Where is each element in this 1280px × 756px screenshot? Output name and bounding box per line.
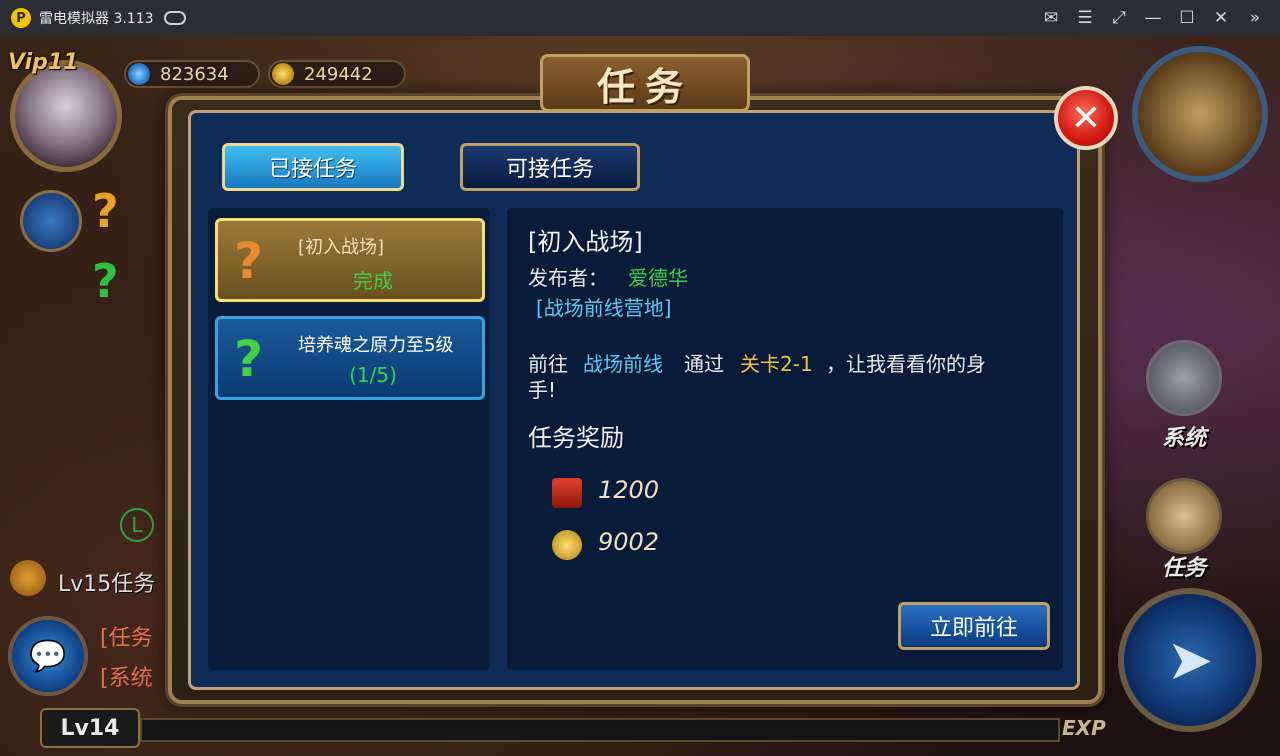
mail-icon[interactable]: ✉	[1034, 0, 1068, 36]
quest-status: 完成	[353, 269, 393, 293]
quest-name: [初入战场]	[298, 237, 385, 258]
emulator-logo-icon: P	[11, 8, 31, 28]
desc-place-link[interactable]: 战场前线	[583, 348, 663, 377]
gem-icon	[128, 63, 150, 85]
settings-gear-icon[interactable]	[1146, 340, 1222, 416]
gem-value: 823634	[160, 63, 229, 85]
desc-line2: 手!	[528, 378, 557, 402]
chat-line: [任务	[100, 626, 153, 651]
map-button[interactable]	[1132, 46, 1268, 182]
panel-title-plate: 任务	[540, 54, 750, 112]
coin-icon	[552, 530, 582, 560]
expand-icon[interactable]: »	[1238, 0, 1272, 36]
gamepad-icon[interactable]	[163, 11, 186, 25]
detail-title: [初入战场]	[528, 228, 643, 256]
question-mark-icon: ?	[234, 232, 264, 290]
quest-scroll-icon[interactable]	[1146, 478, 1222, 554]
l-badge-icon[interactable]: L	[120, 508, 154, 542]
exp-label: EXP	[1062, 716, 1106, 740]
chat-button[interactable]: 💬	[8, 616, 88, 696]
player-level: Lv14	[40, 708, 140, 748]
exp-bar	[140, 718, 1060, 742]
quest-list-item[interactable]: ? 培养魂之原力至5级 (1/5)	[215, 316, 485, 400]
vip-badge: Vip11	[8, 50, 79, 75]
tab-available[interactable]: 可接任务	[460, 143, 640, 191]
quest-name: 培养魂之原力至5级	[298, 335, 454, 356]
panel-title: 任务	[596, 64, 693, 109]
coin-counter: 249442	[268, 60, 406, 88]
collapse-up-button[interactable]	[20, 190, 82, 252]
chat-line: [系统	[100, 666, 153, 691]
reward-coin-value: 9002	[598, 528, 660, 556]
desc-prefix: 前往	[528, 352, 568, 376]
maximize-icon[interactable]: ☐	[1170, 0, 1204, 36]
publisher-location[interactable]: [战场前线营地]	[536, 292, 672, 321]
quest-list-item[interactable]: ? [初入战场] 完成	[215, 218, 485, 302]
lock-icon	[10, 560, 46, 596]
minimize-icon[interactable]: —	[1136, 0, 1170, 36]
publisher-label: 发布者：	[528, 266, 608, 290]
quest-question-icon[interactable]: ?	[92, 184, 119, 238]
system-label[interactable]: 系统	[1162, 420, 1206, 452]
window-title: 雷电模拟器 3.113	[39, 11, 154, 27]
emulator-titlebar: P 雷电模拟器 3.113 ✉ ☰ ⤢ — ☐ ✕ »	[0, 0, 1280, 36]
quest-question-icon[interactable]: ?	[92, 254, 119, 308]
menu-icon[interactable]: ☰	[1068, 0, 1102, 36]
desc-mid: 通过	[684, 352, 724, 376]
quest-status: (1/5)	[349, 363, 397, 387]
go-now-button[interactable]: 立即前往	[898, 602, 1050, 650]
quest-label[interactable]: 任务	[1162, 550, 1206, 582]
desc-suffix: ，让我看看你的身	[826, 352, 986, 376]
tab-accepted[interactable]: 已接任务	[222, 143, 404, 191]
gem-counter: 823634	[124, 60, 260, 88]
auto-path-button[interactable]: ➤	[1118, 588, 1262, 732]
coin-icon	[272, 63, 294, 85]
reward-heading: 任务奖励	[528, 424, 624, 452]
quest-hint-text[interactable]: Lv15任务	[58, 566, 155, 598]
reward-exp-value: 1200	[598, 476, 660, 504]
player-avatar[interactable]	[10, 60, 122, 172]
desc-stage: 关卡2-1	[740, 352, 813, 376]
panel-close-button[interactable]: ✕	[1054, 86, 1118, 150]
fullscreen-icon[interactable]: ⤢	[1102, 0, 1136, 36]
question-mark-icon: ?	[234, 330, 264, 388]
coin-value: 249442	[304, 63, 373, 85]
close-icon[interactable]: ✕	[1204, 0, 1238, 36]
exp-icon	[552, 478, 582, 508]
publisher-name: 爱德华	[628, 266, 688, 290]
